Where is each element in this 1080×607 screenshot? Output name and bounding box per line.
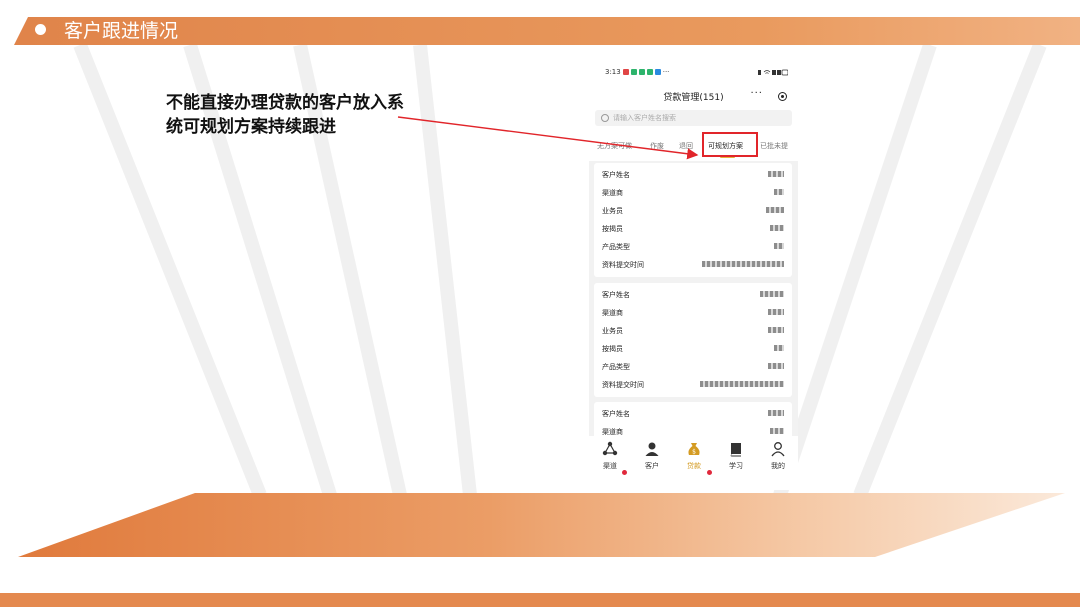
search-placeholder: 请输入客户姓名搜索 bbox=[613, 114, 676, 122]
card-row: 资料提交时间 bbox=[594, 255, 792, 273]
field-label: 按揭员 bbox=[602, 345, 623, 353]
redacted-value bbox=[760, 291, 784, 297]
field-label: 渠道商 bbox=[602, 189, 623, 197]
more-options-icon[interactable]: ··· bbox=[750, 88, 763, 99]
status-time: 3:13 bbox=[605, 68, 621, 76]
redacted-value bbox=[774, 243, 784, 249]
nav-label: 渠道 bbox=[603, 462, 617, 470]
redacted-value bbox=[766, 207, 784, 213]
card-row: 客户姓名 bbox=[594, 404, 792, 422]
search-bar: 请输入客户姓名搜索 bbox=[589, 110, 798, 133]
redacted-value bbox=[768, 171, 784, 177]
bottom-decor-band bbox=[18, 493, 1065, 557]
tab-void[interactable]: 作废 bbox=[650, 141, 664, 151]
app-notification-icon bbox=[622, 69, 629, 75]
customer-card[interactable]: 客户姓名 渠道商 业务员 按揭员 产品类型 资料提交时间 bbox=[594, 163, 792, 277]
field-label: 资料提交时间 bbox=[602, 381, 644, 389]
wechat-notification-icon bbox=[630, 69, 637, 75]
field-label: 渠道商 bbox=[602, 309, 623, 317]
nav-label: 客户 bbox=[645, 462, 659, 470]
notification-dot bbox=[622, 470, 627, 475]
wechat-notification-icon bbox=[638, 69, 645, 75]
search-input[interactable]: 请输入客户姓名搜索 bbox=[595, 110, 792, 126]
field-label: 业务员 bbox=[602, 207, 623, 215]
close-miniapp-icon[interactable] bbox=[778, 92, 787, 101]
wechat-notification-icon bbox=[646, 69, 653, 75]
redacted-value bbox=[770, 428, 784, 434]
card-row: 产品类型 bbox=[594, 237, 792, 255]
nav-label: 学习 bbox=[729, 462, 743, 470]
background-rays bbox=[73, 45, 1047, 495]
nav-channel[interactable]: 渠道 bbox=[595, 441, 627, 475]
app-notification-icon bbox=[654, 69, 661, 75]
user-outline-icon bbox=[771, 442, 785, 457]
customer-card[interactable]: 客户姓名 渠道商 业务员 按揭员 产品类型 资料提交时间 bbox=[594, 283, 792, 397]
field-label: 资料提交时间 bbox=[602, 261, 644, 269]
nav-mine[interactable]: 我的 bbox=[763, 441, 793, 471]
card-row: 业务员 bbox=[594, 201, 792, 219]
redacted-value bbox=[702, 261, 784, 267]
card-row: 客户姓名 bbox=[594, 285, 792, 303]
card-row: 客户姓名 bbox=[594, 165, 792, 183]
phone-screenshot: 3:13 ··· 贷款管理(151) ··· 请输入客户姓名搜索 无方案可做 作… bbox=[589, 60, 798, 490]
nav-label: 我的 bbox=[771, 462, 785, 470]
share-icon bbox=[602, 441, 618, 456]
footer-strip bbox=[0, 593, 1080, 607]
status-bar: 3:13 ··· bbox=[589, 60, 798, 84]
status-more: ··· bbox=[662, 68, 670, 76]
card-row: 产品类型 bbox=[594, 357, 792, 375]
nav-loan[interactable]: $ 贷款 bbox=[679, 441, 712, 475]
highlight-box bbox=[702, 132, 758, 157]
slide-title: 客户跟进情况 bbox=[64, 20, 179, 42]
redacted-value bbox=[768, 410, 784, 416]
card-row: 渠道商 bbox=[594, 183, 792, 201]
app-titlebar: 贷款管理(151) ··· bbox=[589, 84, 798, 110]
field-label: 产品类型 bbox=[602, 243, 630, 251]
field-label: 客户姓名 bbox=[602, 410, 630, 418]
status-tabs: 无方案可做 作废 退回 可规划方案 已批未提 bbox=[589, 133, 798, 161]
field-label: 客户姓名 bbox=[602, 171, 630, 179]
redacted-value bbox=[770, 225, 784, 231]
field-label: 业务员 bbox=[602, 327, 623, 335]
tab-approved-not-drawn[interactable]: 已批未提 bbox=[760, 141, 788, 151]
redacted-value bbox=[768, 309, 784, 315]
nav-label: 贷款 bbox=[687, 462, 701, 470]
card-row: 按揭员 bbox=[594, 219, 792, 237]
redacted-value bbox=[700, 381, 784, 387]
redacted-value bbox=[768, 363, 784, 369]
nav-learning[interactable]: 学习 bbox=[721, 441, 751, 471]
redacted-value bbox=[774, 345, 784, 351]
header-bullet bbox=[35, 24, 46, 35]
svg-text:$: $ bbox=[692, 449, 696, 456]
signal-wifi-battery-icon bbox=[758, 69, 788, 75]
field-label: 客户姓名 bbox=[602, 291, 630, 299]
notification-dot bbox=[707, 470, 712, 475]
nav-customer[interactable]: 客户 bbox=[637, 441, 667, 471]
moneybag-icon: $ bbox=[688, 443, 700, 456]
card-row: 按揭员 bbox=[594, 339, 792, 357]
redacted-value bbox=[768, 327, 784, 333]
page-title: 贷款管理(151) bbox=[663, 93, 724, 103]
tab-no-plan[interactable]: 无方案可做 bbox=[597, 141, 632, 151]
card-row: 资料提交时间 bbox=[594, 375, 792, 393]
card-row: 业务员 bbox=[594, 321, 792, 339]
search-icon bbox=[601, 114, 609, 122]
field-label: 按揭员 bbox=[602, 225, 623, 233]
person-icon bbox=[645, 442, 659, 456]
book-icon bbox=[730, 443, 741, 457]
tab-returned[interactable]: 退回 bbox=[679, 141, 693, 151]
bottom-nav: 渠道 客户 $ 贷款 学习 我的 bbox=[589, 436, 798, 490]
annotation-text: 不能直接办理贷款的客户放入系统可规划方案持续跟进 bbox=[166, 93, 404, 137]
field-label: 产品类型 bbox=[602, 363, 630, 371]
card-row: 渠道商 bbox=[594, 303, 792, 321]
redacted-value bbox=[774, 189, 784, 195]
